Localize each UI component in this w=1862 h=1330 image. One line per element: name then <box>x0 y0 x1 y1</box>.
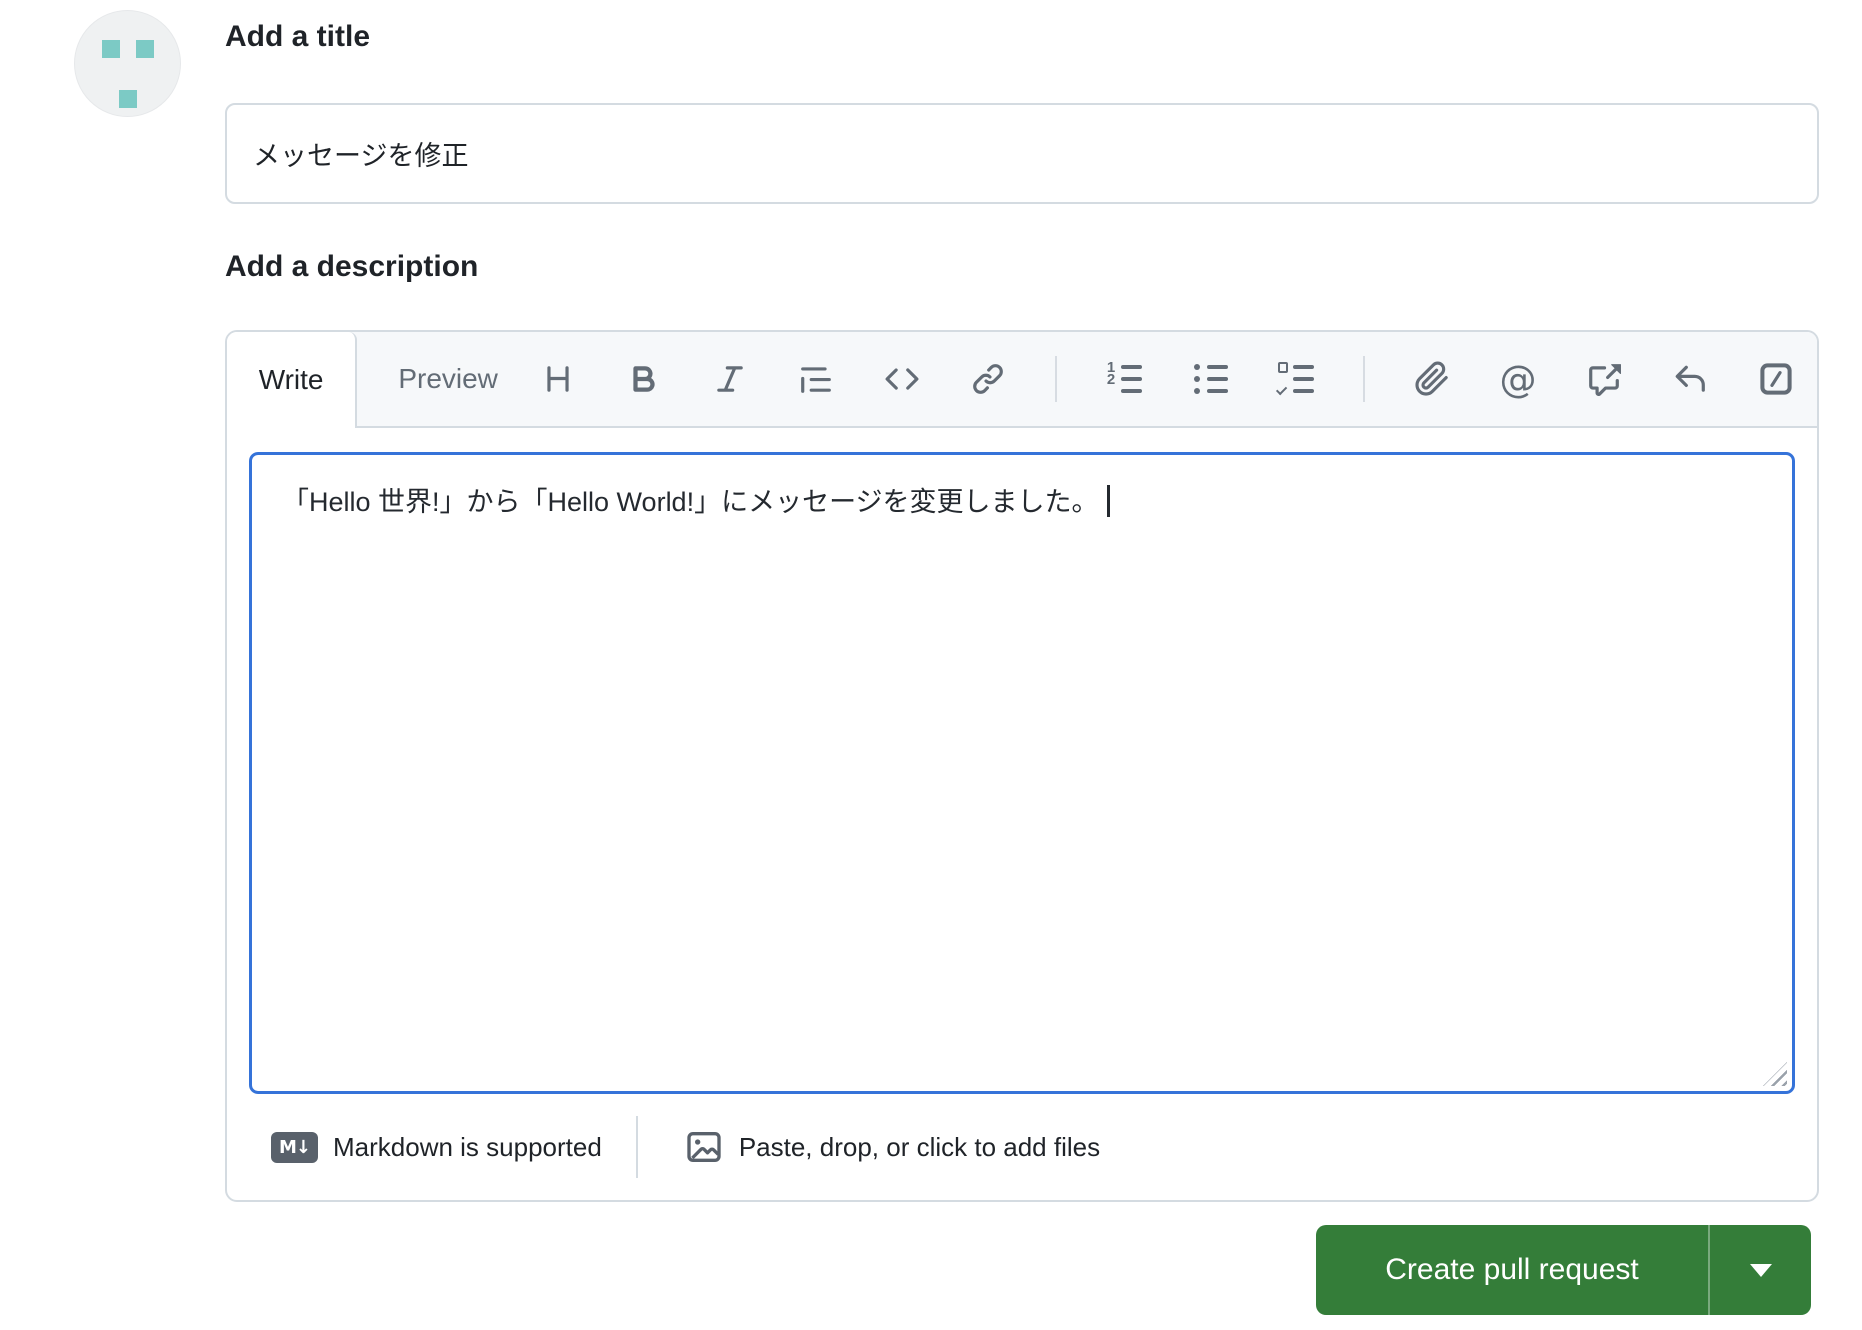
add-description-label: Add a description <box>225 250 479 283</box>
text-cursor <box>1106 485 1110 517</box>
description-textarea[interactable]: 「Hello 世界!」から「Hello World!」にメッセージを変更しました… <box>249 452 1795 1094</box>
resize-handle[interactable] <box>1763 1062 1787 1086</box>
footer-divider <box>635 1116 638 1178</box>
create-pull-request-dropdown[interactable] <box>1710 1225 1811 1315</box>
identicon-square <box>102 40 120 58</box>
markdown-supported-link[interactable]: M↓ Markdown is supported <box>271 1131 602 1163</box>
link-icon[interactable] <box>969 359 1007 399</box>
cross-reference-icon[interactable] <box>1585 359 1623 399</box>
bullet-list-icon[interactable] <box>1191 359 1229 399</box>
editor-header: Write Preview 1 2 @ <box>227 332 1817 428</box>
identicon-square <box>136 40 154 58</box>
attach-files-label: Paste, drop, or click to add files <box>738 1131 1101 1162</box>
task-list-icon[interactable] <box>1275 359 1315 399</box>
quote-icon[interactable] <box>797 359 835 399</box>
tab-preview[interactable]: Preview <box>357 332 539 426</box>
identicon-square <box>119 90 137 108</box>
markdown-editor: Write Preview 1 2 @ 「Hello 世界!」から「Hello … <box>225 330 1819 1202</box>
attach-file-icon[interactable] <box>1413 359 1451 399</box>
toolbar-divider <box>1055 356 1057 402</box>
tab-write[interactable]: Write <box>227 332 358 428</box>
create-pull-request-split-button: Create pull request <box>1316 1225 1811 1315</box>
add-title-label: Add a title <box>225 20 371 53</box>
image-icon <box>684 1127 724 1167</box>
editor-body: 「Hello 世界!」から「Hello World!」にメッセージを変更しました… <box>227 428 1817 1094</box>
toolbar-divider <box>1363 356 1365 402</box>
description-text: 「Hello 世界!」から「Hello World!」にメッセージを変更しました… <box>282 487 1099 517</box>
bold-icon[interactable] <box>625 359 663 399</box>
formatting-toolbar: 1 2 @ <box>539 332 1817 426</box>
code-icon[interactable] <box>883 359 921 399</box>
create-pull-request-button[interactable]: Create pull request <box>1316 1225 1708 1315</box>
slash-commands-icon[interactable] <box>1757 359 1795 399</box>
italic-icon[interactable] <box>711 359 749 399</box>
user-avatar <box>74 10 181 117</box>
saved-reply-icon[interactable] <box>1671 359 1709 399</box>
attach-files-area[interactable]: Paste, drop, or click to add files <box>684 1127 1100 1167</box>
mention-icon[interactable]: @ <box>1499 359 1537 399</box>
editor-footer: M↓ Markdown is supported Paste, drop, or… <box>227 1094 1817 1200</box>
numbered-list-icon[interactable]: 1 2 <box>1105 359 1143 399</box>
title-input[interactable] <box>225 103 1819 204</box>
chevron-down-icon <box>1749 1263 1772 1277</box>
markdown-icon: M↓ <box>271 1131 318 1163</box>
heading-icon[interactable] <box>539 359 577 399</box>
markdown-supported-label: Markdown is supported <box>333 1131 602 1162</box>
